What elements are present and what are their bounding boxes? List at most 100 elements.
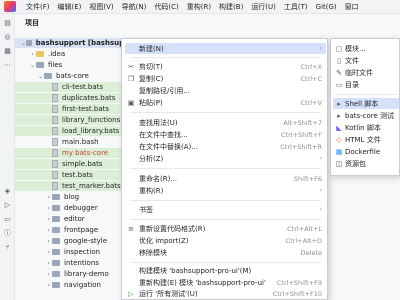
chevron-right-icon[interactable]: › bbox=[45, 282, 52, 289]
chevron-right-icon[interactable]: › bbox=[45, 216, 52, 223]
submenu-item-html-file[interactable]: ◇ HTML 文件 bbox=[333, 134, 399, 145]
menu-refactor[interactable]: 重构(R) bbox=[183, 0, 215, 14]
panel-title: 项目 bbox=[25, 18, 39, 27]
chevron-right-icon[interactable]: › bbox=[45, 194, 52, 201]
tree-row[interactable]: › inspection bbox=[15, 247, 125, 257]
tree-row[interactable]: ⌄ files bbox=[15, 60, 125, 70]
menu-item-copy-path[interactable]: 复制路径/引用... bbox=[125, 85, 326, 96]
menu-code[interactable]: 代码(C) bbox=[150, 0, 182, 14]
chevron-down-icon[interactable]: ⌄ bbox=[37, 73, 44, 80]
tree-row[interactable]: › google-style bbox=[15, 236, 125, 246]
more-icon[interactable]: ⋯ bbox=[3, 60, 12, 69]
folder-icon bbox=[36, 51, 44, 57]
submenu-item-directory[interactable]: ▭ 目录 bbox=[333, 79, 399, 90]
problems-icon[interactable]: ⓘ bbox=[3, 228, 12, 237]
menu-run[interactable]: 运行(U) bbox=[247, 0, 280, 14]
chevron-right-icon[interactable]: › bbox=[45, 260, 52, 267]
menu-item-cut[interactable]: ✂ 剪切(T) Ctrl+X bbox=[125, 61, 326, 72]
menu-item-rebuild-module[interactable]: 重新构建(E) 模块 'bashsupport-pro-ui' Ctrl+Shi… bbox=[125, 277, 326, 288]
menu-item-rename[interactable]: 重命名(R)... Shift+F6 bbox=[125, 173, 326, 184]
structure-icon[interactable]: ▦ bbox=[3, 46, 12, 55]
menu-item-find-usages[interactable]: 查找用法(U) Alt+Shift+7 bbox=[125, 117, 326, 128]
tree-row[interactable]: › debugger bbox=[15, 203, 125, 213]
project-icon[interactable]: ▤ bbox=[3, 18, 12, 27]
menu-build[interactable]: 构建(B) bbox=[215, 0, 247, 14]
menu-item-paste[interactable]: ▣ 粘贴(P) Ctrl+V bbox=[125, 97, 326, 108]
chevron-right-icon[interactable]: › bbox=[45, 249, 52, 256]
menu-navigate[interactable]: 导航(N) bbox=[118, 0, 151, 14]
tree-row[interactable]: › navigation bbox=[15, 280, 125, 290]
git-icon[interactable]: ⑂ bbox=[3, 242, 12, 251]
tree-row[interactable]: › .idea bbox=[15, 49, 125, 59]
tree-row[interactable]: load_library.bats bbox=[15, 126, 125, 136]
tree-row[interactable]: cli-test.bats bbox=[15, 82, 125, 92]
tree-label: .idea bbox=[48, 50, 66, 58]
reformat-icon: ≡ bbox=[128, 224, 134, 233]
menu-item-bookmarks[interactable]: 书签 › bbox=[125, 204, 326, 215]
tree-row[interactable]: test_marker.bats bbox=[15, 181, 125, 191]
menu-item-remove-module[interactable]: 移除模块 Delete bbox=[125, 247, 326, 258]
tree-row[interactable]: › library-demo bbox=[15, 269, 125, 279]
commit-icon[interactable]: ◎ bbox=[3, 32, 12, 41]
submenu-item-scratch[interactable]: ✎ 临时文件 bbox=[333, 67, 399, 78]
submenu-item-dockerfile[interactable]: ▦ Dockerfile bbox=[333, 146, 399, 157]
tree-row[interactable]: › blog bbox=[15, 192, 125, 202]
menu-item-find-in-files[interactable]: 在文件中查找... Ctrl+Shift+F bbox=[125, 129, 326, 140]
tree-label: navigation bbox=[64, 281, 101, 289]
tree-row[interactable]: my bats-core bbox=[15, 148, 125, 158]
submenu-item-bats-test[interactable]: ▸ bats-core 测试 bbox=[333, 110, 399, 121]
menu-item-label: 重新设置代码格式(R) bbox=[139, 224, 206, 233]
menu-item-copy[interactable]: ❐ 复制(C) Ctrl+C bbox=[125, 73, 326, 84]
tree-label: intentions bbox=[64, 259, 99, 267]
menu-file[interactable]: 文件(F) bbox=[22, 0, 54, 14]
menu-item-run-all-tests[interactable]: ▷ 运行 '所有测试'(U) Ctrl+Shift+F10 bbox=[125, 288, 326, 299]
chevron-right-icon[interactable]: › bbox=[45, 238, 52, 245]
submenu-item-label: 目录 bbox=[345, 80, 359, 89]
tree-row[interactable]: main.bash bbox=[15, 137, 125, 147]
folder-icon bbox=[52, 271, 60, 277]
tree-row[interactable]: first-test.bats bbox=[15, 104, 125, 114]
tree-row[interactable]: simple.bats bbox=[15, 159, 125, 169]
menu-item-reformat-code[interactable]: ≡ 重新设置代码格式(R) Ctrl+Alt+L bbox=[125, 223, 326, 234]
tree-row[interactable]: › frontpage bbox=[15, 225, 125, 235]
menu-item-refactor[interactable]: 重构(R) › bbox=[125, 185, 326, 196]
chevron-down-icon[interactable]: ⌄ bbox=[29, 62, 36, 69]
menu-item-new[interactable]: 新建(N) › bbox=[125, 43, 326, 54]
menu-item-replace-in-files[interactable]: 在文件中替换(A)... Ctrl+Shift+R bbox=[125, 141, 326, 152]
menu-item-build-module[interactable]: 构建模块 'bashsupport-pro-ui'(M) bbox=[125, 265, 326, 276]
menu-item-analyze[interactable]: 分析(Z) › bbox=[125, 153, 326, 164]
tree-label: bats-core bbox=[56, 72, 89, 80]
tree-row[interactable]: ⌄ bashsupport [bashsupport-pro] bbox=[15, 38, 125, 48]
submenu-item-module[interactable]: ▢ 模块... bbox=[333, 43, 399, 54]
run-tool-icon[interactable]: ▷ bbox=[3, 200, 12, 209]
menu-git[interactable]: Git(G) bbox=[312, 0, 341, 14]
menu-item-label: 重命名(R)... bbox=[139, 174, 178, 183]
submenu-item-resource-bundle[interactable]: ◫ 资源包 bbox=[333, 158, 399, 169]
menu-window[interactable]: 窗口 bbox=[341, 0, 363, 14]
services-icon[interactable]: ◈ bbox=[3, 186, 12, 195]
divider bbox=[335, 94, 397, 95]
chevron-right-icon[interactable]: › bbox=[45, 227, 52, 234]
submenu-item-kotlin-script[interactable]: ◣ Kotlin 脚本 bbox=[333, 122, 399, 133]
tree-row[interactable]: › editor bbox=[15, 214, 125, 224]
chevron-right-icon[interactable]: › bbox=[45, 271, 52, 278]
terminal-icon[interactable]: ▭ bbox=[3, 214, 12, 223]
submenu-item-file[interactable]: ▯ 文件 bbox=[333, 55, 399, 66]
chevron-right-icon[interactable]: › bbox=[29, 51, 36, 58]
tree-row[interactable]: duplicates.bats bbox=[15, 93, 125, 103]
tree-row[interactable]: ⌄ bats-core bbox=[15, 71, 125, 81]
menu-item-optimize-imports[interactable]: 优化 import(Z) Ctrl+Alt+O bbox=[125, 235, 326, 246]
kotlin-icon: ◣ bbox=[336, 123, 342, 132]
submenu-item-label: HTML 文件 bbox=[345, 135, 381, 144]
tree-row[interactable]: test.bats bbox=[15, 170, 125, 180]
submenu-item-shell-script[interactable]: ▸ Shell 脚本 bbox=[333, 98, 399, 109]
menu-tools[interactable]: 工具(T) bbox=[280, 0, 312, 14]
tree-row[interactable]: › intentions bbox=[15, 258, 125, 268]
menu-edit[interactable]: 编辑(E) bbox=[54, 0, 86, 14]
divider bbox=[130, 112, 321, 113]
chevron-right-icon[interactable]: › bbox=[45, 205, 52, 212]
tree-label: bashsupport [bashsupport-pro] bbox=[35, 39, 125, 47]
tree-row[interactable]: library_functions bbox=[15, 115, 125, 125]
menu-view[interactable]: 视图(V) bbox=[85, 0, 117, 14]
menu-item-label: 在文件中查找... bbox=[139, 130, 188, 139]
